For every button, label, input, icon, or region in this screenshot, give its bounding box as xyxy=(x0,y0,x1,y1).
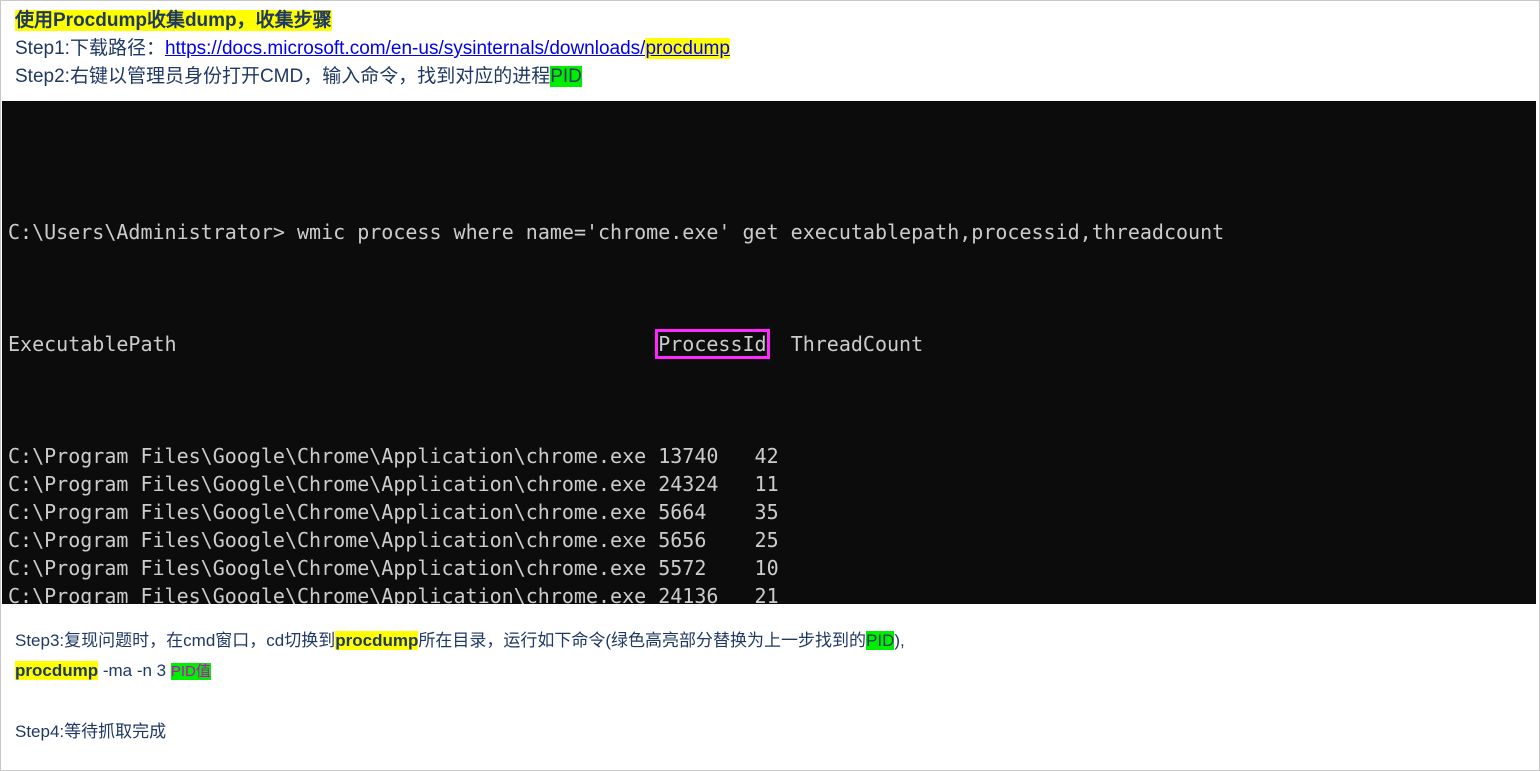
step3-text-a: 复现问题时，在cmd窗口，cd切换到 xyxy=(64,631,336,650)
command-1-text: wmic process where name='chrome.exe' get… xyxy=(284,220,1225,244)
step4-line: Step4:等待抓取完成 xyxy=(15,717,1539,747)
page-title: 使用Procdump收集dump，收集步骤 xyxy=(15,6,1539,35)
step1-url-highlight: procdump xyxy=(645,38,730,59)
header-executablepath: ExecutablePath xyxy=(8,332,177,356)
step2-line: Step2:右键以管理员身份打开CMD，输入命令，找到对应的进程PID xyxy=(15,63,1539,91)
terminal-process-row: C:\Program Files\Google\Chrome\Applicati… xyxy=(8,500,779,524)
step2-text: 右键以管理员身份打开CMD，输入命令，找到对应的进程 xyxy=(69,66,551,87)
step1-text: 下载路径： xyxy=(69,38,165,59)
header-pad-2 xyxy=(767,332,791,356)
page-title-text: 使用Procdump收集dump，收集步骤 xyxy=(15,10,332,31)
bottom-spacer xyxy=(15,687,1539,717)
step3-text-c: ), xyxy=(894,631,905,650)
step4-text: 等待抓取完成 xyxy=(64,722,167,741)
header-threadcount: ThreadCount xyxy=(790,332,924,356)
step3-command-line: procdump -ma -n 3 PID值 xyxy=(15,656,1539,687)
step3-cmd-pid-placeholder: PID值 xyxy=(170,663,211,680)
terminal-process-rows: C:\Program Files\Google\Chrome\Applicati… xyxy=(8,442,1536,604)
header-pad-1 xyxy=(177,332,659,356)
terminal-content: C:\Users\Administrator> wmic process whe… xyxy=(2,101,1536,604)
step2-pid-highlight: PID xyxy=(550,66,582,87)
cmd-terminal[interactable]: C:\Users\Administrator> wmic process whe… xyxy=(2,101,1536,604)
terminal-process-row: C:\Program Files\Google\Chrome\Applicati… xyxy=(8,444,779,468)
step1-line: Step1:下载路径：https://docs.microsoft.com/en… xyxy=(15,35,1539,63)
procdump-download-link[interactable]: https://docs.microsoft.com/en-us/sysinte… xyxy=(165,38,730,59)
step3-text-b: 所在目录，运行如下命令(绿色高亮部分替换为上一步找到的 xyxy=(418,631,867,650)
step4-label: Step4: xyxy=(15,722,65,741)
processid-header-highlight-box: ProcessId xyxy=(655,329,770,359)
step3-line: Step3:复现问题时，在cmd窗口，cd切换到procdump所在目录，运行如… xyxy=(15,626,1539,656)
page-root: 使用Procdump收集dump，收集步骤 Step1:下载路径：https:/… xyxy=(0,0,1540,771)
step3-cmd-tool: procdump xyxy=(15,661,99,680)
instructions-top: 使用Procdump收集dump，收集步骤 Step1:下载路径：https:/… xyxy=(1,1,1539,91)
terminal-command-line-1: C:\Users\Administrator> wmic process whe… xyxy=(8,218,1536,246)
terminal-process-row: C:\Program Files\Google\Chrome\Applicati… xyxy=(8,472,779,496)
terminal-process-row: C:\Program Files\Google\Chrome\Applicati… xyxy=(8,584,779,604)
step3-pid-highlight: PID xyxy=(866,631,895,650)
step3-procdump-highlight: procdump xyxy=(335,631,419,650)
step3-cmd-args: -ma -n 3 xyxy=(98,661,171,680)
step3-label: Step3: xyxy=(15,631,65,650)
step1-url-plain: https://docs.microsoft.com/en-us/sysinte… xyxy=(164,38,646,59)
step2-label: Step2: xyxy=(15,66,70,87)
prompt-1: C:\Users\Administrator> xyxy=(8,220,285,244)
terminal-process-row: C:\Program Files\Google\Chrome\Applicati… xyxy=(8,556,779,580)
instructions-bottom: Step3:复现问题时，在cmd窗口，cd切换到procdump所在目录，运行如… xyxy=(1,626,1539,747)
header-processid: ProcessId xyxy=(658,332,767,356)
terminal-header-row: ExecutablePath ProcessId ThreadCount xyxy=(8,329,1536,359)
step1-label: Step1: xyxy=(15,38,70,59)
terminal-process-row: C:\Program Files\Google\Chrome\Applicati… xyxy=(8,528,779,552)
